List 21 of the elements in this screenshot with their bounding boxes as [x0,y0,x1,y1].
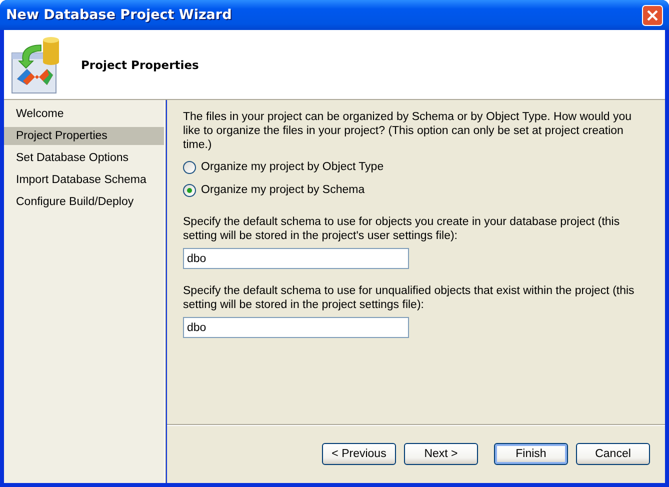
schema-input-field[interactable]: dbo [183,317,409,338]
wizard-button[interactable]: Finish [494,443,568,465]
wizard-button[interactable]: Cancel [576,443,650,465]
radio-button[interactable] [183,184,196,196]
wizard-step[interactable]: Import Database Schema [4,171,164,189]
wizard-step[interactable]: Configure Build/Deploy [4,193,164,211]
intro-text: The files in your project can be organized by Schema or by Object Type. How would you like to organize the files in your project? (This option can only be set at project creation time.) [183,110,633,152]
radio-button[interactable] [183,160,196,174]
wizard-step[interactable]: Project Properties [4,127,164,145]
wizard-button[interactable]: Next > [404,443,478,465]
field-label: Specify the default schema to use for unqualified objects that exist within the project (this setting will be stored in the project settings file): [183,284,636,312]
wizard-button[interactable]: < Previous [322,443,396,465]
window-title: New Database Project Wizard [6,7,232,23]
wizard-step[interactable]: Welcome [4,105,164,123]
wizard-step[interactable]: Set Database Options [4,149,164,167]
page-title: Project Properties [81,58,199,72]
field-label: Specify the default schema to use for objects you create in your database project (this setting will be stored in the project's user settings file): [183,215,621,243]
radio-option[interactable]: Organize my project by Object Type [183,159,651,175]
schema-input-field[interactable]: dbo [183,248,409,269]
close-icon[interactable] [642,4,663,26]
radio-option[interactable]: Organize my project by Schema [183,182,651,198]
